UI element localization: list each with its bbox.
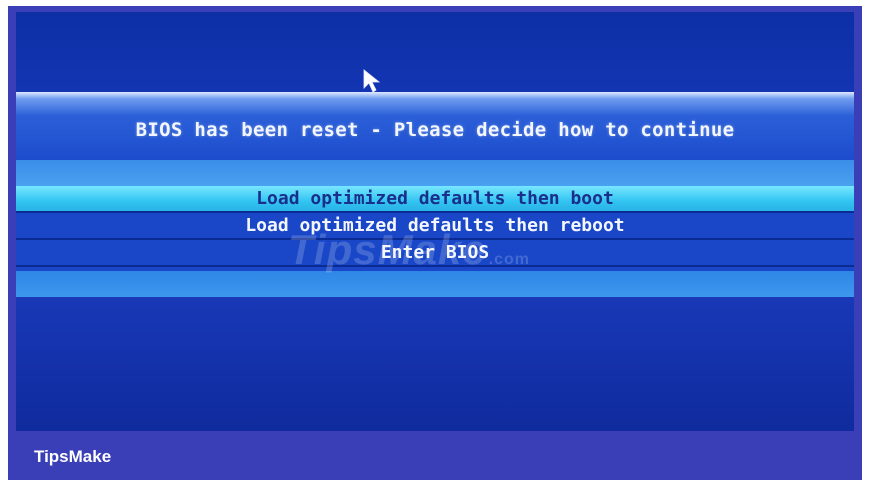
bios-reset-dialog: BIOS has been reset - Please decide how …	[16, 92, 854, 297]
dialog-title: BIOS has been reset - Please decide how …	[135, 119, 735, 141]
menu-separator	[16, 265, 854, 267]
menu-option-load-defaults-boot[interactable]: Load optimized defaults then boot	[16, 186, 854, 211]
mouse-pointer-icon	[363, 69, 381, 93]
caption-brand: TipsMake	[34, 447, 112, 466]
menu-option-load-defaults-reboot[interactable]: Load optimized defaults then reboot	[16, 213, 854, 238]
menu-option-enter-bios[interactable]: Enter BIOS	[16, 240, 854, 265]
caption-bar: TipsMake	[8, 431, 862, 480]
bios-screen: BIOS has been reset - Please decide how …	[16, 12, 854, 437]
dialog-divider-band	[16, 160, 854, 186]
dialog-header: BIOS has been reset - Please decide how …	[16, 92, 854, 160]
dialog-footer-band	[16, 271, 854, 297]
boot-options-menu: Load optimized defaults then boot Load o…	[16, 186, 854, 271]
